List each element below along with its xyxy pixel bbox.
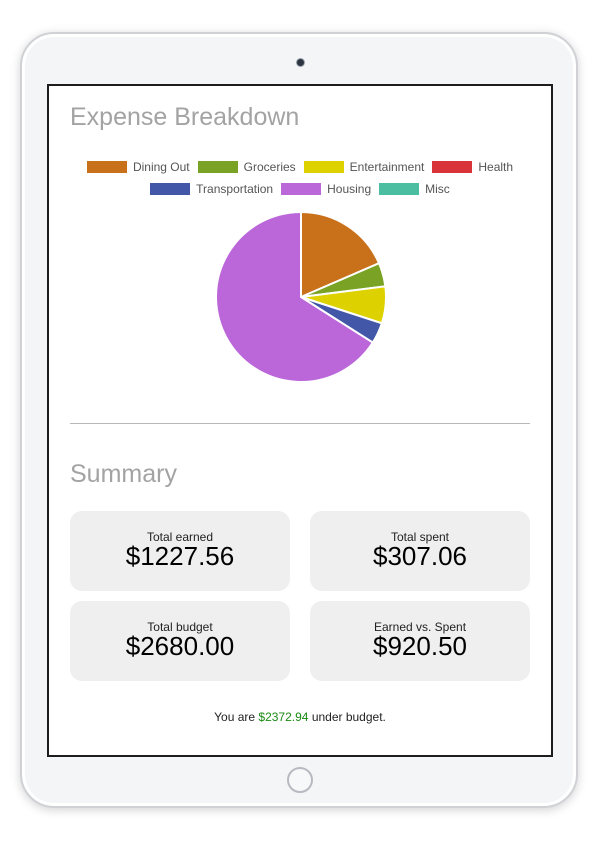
total-spent-value: $307.06	[373, 541, 467, 571]
legend-item-groceries[interactable]: Groceries	[197, 160, 296, 174]
expense-breakdown-title: Expense Breakdown	[70, 103, 300, 131]
app-content: Expense Breakdown Dining Out Groceries E…	[49, 86, 551, 755]
summary-title: Summary	[70, 460, 177, 488]
legend-label: Entertainment	[349, 160, 425, 174]
legend-label: Transportation	[196, 182, 274, 196]
legend-row-2: Transportation Housing Misc	[49, 182, 551, 196]
total-budget-value: $2680.00	[125, 631, 235, 661]
legend-item-entertainment[interactable]: Entertainment	[303, 160, 425, 174]
earned-vs-spent-value: $920.50	[373, 631, 467, 661]
legend-item-transportation[interactable]: Transportation	[150, 182, 273, 196]
legend-label: Dining Out	[132, 160, 190, 174]
legend-swatch	[86, 161, 127, 173]
legend-swatch	[150, 183, 191, 195]
legend-item-housing[interactable]: Housing	[281, 182, 371, 196]
legend-label: Health	[478, 160, 514, 174]
total-spent-card: Total spent $307.06	[310, 511, 530, 591]
budget-status-suffix: under budget.	[311, 710, 386, 724]
legend-swatch	[432, 161, 473, 173]
total-earned-value: $1227.56	[125, 541, 235, 571]
expense-pie-chart	[215, 210, 387, 383]
section-divider	[70, 423, 530, 424]
total-earned-card: Total earned $1227.56	[70, 511, 290, 591]
legend-row-1: Dining Out Groceries Entertainment Healt…	[49, 160, 551, 174]
legend-item-misc[interactable]: Misc	[379, 182, 450, 196]
legend-swatch	[303, 161, 344, 173]
legend-label: Housing	[327, 182, 372, 196]
legend-swatch	[281, 183, 322, 195]
tablet-screen: Expense Breakdown Dining Out Groceries E…	[47, 84, 553, 757]
legend-item-health[interactable]: Health	[432, 160, 513, 174]
total-budget-card: Total budget $2680.00	[70, 601, 290, 681]
legend-swatch	[197, 161, 238, 173]
legend-label: Groceries	[243, 160, 296, 174]
home-button[interactable]	[287, 767, 313, 793]
legend-swatch	[379, 183, 420, 195]
earned-vs-spent-card: Earned vs. Spent $920.50	[310, 601, 530, 681]
camera-dot	[297, 59, 304, 66]
budget-status-prefix: You are	[214, 710, 256, 724]
budget-status-text: You are $2372.94 under budget.	[49, 710, 551, 724]
legend-label: Misc	[425, 182, 450, 196]
under-budget-amount: $2372.94	[258, 710, 309, 724]
legend-item-dining-out[interactable]: Dining Out	[86, 160, 190, 174]
